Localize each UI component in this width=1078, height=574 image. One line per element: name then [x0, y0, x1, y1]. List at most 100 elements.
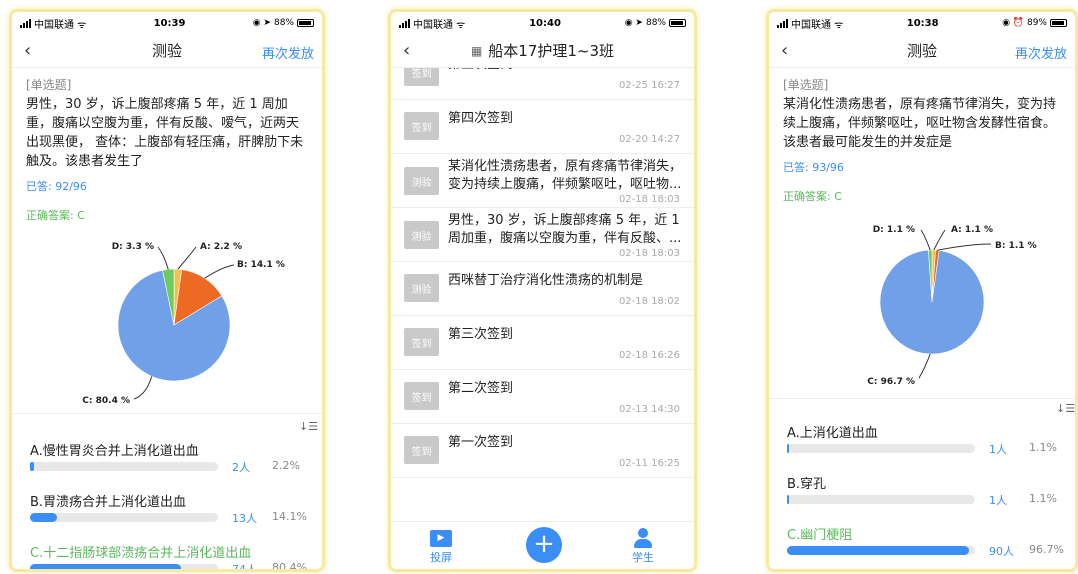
add-button[interactable]: + — [526, 527, 562, 563]
pie-leader-line — [933, 229, 946, 251]
page-title: 测验 — [151, 42, 182, 60]
option-label: B.穿孔 — [787, 477, 827, 492]
carrier: 中国联通 ᯤ — [20, 16, 86, 31]
battery-icon — [1050, 19, 1067, 27]
quiz-icon: 测验 — [404, 221, 439, 249]
pie-leader-line — [920, 229, 931, 251]
quiz-icon: 测验 — [404, 167, 439, 195]
carrier: 中国联通 ᯤ — [399, 16, 465, 31]
tab-cast[interactable]: ▶ 投屏 — [421, 530, 461, 565]
status-bar: 中国联通 ᯤ 10:39 ◉ ➤ 88% — [12, 12, 322, 34]
status-right: ◉ ➤ 88% — [625, 18, 686, 28]
status-bar: 中国联通 ᯤ 10:40 ◉ ➤ 88% — [391, 12, 694, 34]
option-progress-bar — [30, 513, 218, 522]
signal-icon — [777, 18, 788, 28]
back-icon[interactable]: ‹ — [781, 40, 788, 61]
sort-icon[interactable]: ↓☰ — [1056, 402, 1075, 415]
status-bar: 中国联通 ᯤ 10:38 ◉ ⏰ 89% — [769, 12, 1075, 34]
back-icon[interactable]: ‹ — [24, 40, 31, 61]
reissue-button[interactable]: 再次发放 — [1015, 43, 1067, 62]
person-icon — [634, 528, 652, 548]
list-item-title: 第四次签到 — [448, 111, 514, 126]
location-icon: ◉ ➤ — [624, 18, 643, 28]
list-item-title: 男性，30 岁，诉上腹部疼痛 5 年，近 1 周加重，腹痛以空腹为重，伴有反酸、… — [448, 213, 682, 246]
battery-percent: 88% — [645, 18, 666, 28]
list-item[interactable]: 签到 第一次签到 02-11 16:25 — [391, 424, 694, 478]
status-time: 10:40 — [529, 17, 561, 29]
tab-students[interactable]: 学生 — [623, 528, 663, 565]
signal-icon — [20, 18, 31, 28]
pie-leader-line — [177, 246, 197, 270]
list-item-title: 第一次签到 — [448, 435, 514, 450]
carrier: 中国联通 ᯤ — [777, 16, 843, 31]
option-row[interactable]: C.十二指肠球部溃疡合并上消化道出血 74人 80.4% — [30, 542, 314, 569]
pie-leader-line — [157, 246, 169, 270]
question-type: [单选题] — [26, 78, 72, 92]
answered-count: 已答: 92/96 — [26, 180, 87, 193]
signal-icon — [399, 18, 410, 28]
pie-leader-line — [937, 243, 992, 251]
checkin-icon: 签到 — [404, 112, 439, 140]
list-item[interactable]: 测验 男性，30 岁，诉上腹部疼痛 5 年，近 1 周加重，腹痛以空腹为重，伴有… — [391, 208, 694, 262]
answered-count: 已答: 93/96 — [783, 161, 844, 174]
tab-students-label: 学生 — [632, 551, 654, 564]
option-count: 1人 — [989, 443, 1007, 456]
quiz-icon: 测验 — [404, 274, 439, 302]
phone-activity-list: 中国联通 ᯤ 10:40 ◉ ➤88% ‹ ▦ 船本17护理1~3班 签到 第五… — [388, 9, 697, 572]
activity-list: 签到 第五次签到 02-25 16:27 签到 第四次签到 02-20 14:2… — [391, 68, 694, 518]
nav-bar: ‹ 测验 再次发放 — [769, 34, 1075, 68]
list-item[interactable]: 签到 第五次签到 02-25 16:27 — [391, 68, 694, 100]
battery-percent: 89% — [1026, 18, 1047, 28]
nav-bar: ‹ ▦ 船本17护理1~3班 — [391, 34, 694, 68]
option-progress-fill — [787, 546, 969, 555]
pie-leader-line — [133, 376, 153, 400]
option-count: 2人 — [232, 461, 250, 474]
pie-label-c: C: 80.4 % — [82, 396, 130, 406]
list-item[interactable]: 测验 西咪替丁治疗消化性溃疡的机制是 02-18 18:02 — [391, 262, 694, 316]
option-progress-fill — [787, 495, 790, 504]
reissue-button[interactable]: 再次发放 — [262, 43, 314, 62]
option-progress-bar — [787, 546, 975, 555]
option-progress-bar — [787, 444, 975, 453]
list-item-title: 西咪替丁治疗消化性溃疡的机制是 — [448, 273, 644, 288]
option-row[interactable]: B.胃溃疡合并上消化道出血 13人 14.1% — [30, 491, 314, 525]
nav-bar: ‹ 测验 再次发放 — [12, 34, 322, 68]
pie-chart: A: 2.2 % B: 14.1 % C: 80.4 % D: 3.3 % — [82, 242, 285, 406]
list-item[interactable]: 签到 第二次签到 02-13 14:30 — [391, 370, 694, 424]
option-row[interactable]: A.上消化道出血 1人 1.1% — [787, 422, 1071, 456]
option-count: 74人 — [232, 563, 257, 572]
list-item[interactable]: 签到 第三次签到 02-18 16:26 — [391, 316, 694, 370]
option-count: 1人 — [989, 494, 1007, 507]
list-item-time: 02-18 16:26 — [618, 350, 680, 361]
list-item[interactable]: 测验 某消化性溃疡患者，原有疼痛节律消失，变为持续上腹痛，伴频繁呕吐，呕吐物..… — [391, 154, 694, 208]
pie-label-b: B: 1.1 % — [995, 241, 1037, 251]
list-item[interactable]: 签到 第四次签到 02-20 14:27 — [391, 100, 694, 154]
option-row[interactable]: A.慢性胃炎合并上消化道出血 2人 2.2% — [30, 440, 314, 474]
option-label: C.十二指肠球部溃疡合并上消化道出血 — [30, 546, 252, 561]
alarm-icon: ◉ ⏰ — [1002, 18, 1024, 28]
pie-label-a: A: 2.2 % — [200, 242, 242, 252]
option-progress-fill — [30, 513, 57, 522]
option-percent: 80.4% — [272, 561, 307, 572]
option-progress-bar — [787, 495, 975, 504]
checkin-icon: 签到 — [404, 328, 439, 356]
pie-label-c: C: 96.7 % — [867, 377, 915, 387]
divider — [769, 398, 1075, 399]
list-item-time: 02-13 14:30 — [618, 404, 680, 415]
page-title: 船本17护理1~3班 — [488, 42, 615, 60]
sort-icon[interactable]: ↓☰ — [299, 420, 318, 433]
pie-leader-line — [204, 264, 235, 279]
option-row[interactable]: B.穿孔 1人 1.1% — [787, 473, 1071, 507]
list-item-title: 某消化性溃疡患者，原有疼痛节律消失，变为持续上腹痛，伴频繁呕吐，呕吐物... — [448, 159, 683, 192]
page-title: 测验 — [906, 42, 937, 60]
option-label: B.胃溃疡合并上消化道出血 — [30, 495, 187, 510]
option-label: C.幽门梗阻 — [787, 528, 853, 543]
option-row[interactable]: C.幽门梗阻 90人 96.7% — [787, 524, 1071, 558]
screen-icon: ▶ — [430, 530, 452, 547]
question-text: 某消化性溃疡患者，原有疼痛节律消失，变为持续上腹痛，伴频繁呕吐，呕吐物含发酵性宿… — [783, 97, 1057, 150]
option-count: 90人 — [989, 545, 1014, 558]
option-progress-fill — [30, 462, 35, 471]
list-item-time: 02-18 18:02 — [618, 296, 680, 307]
correct-answer: 正确答案: C — [26, 209, 85, 222]
back-icon[interactable]: ‹ — [403, 40, 410, 61]
